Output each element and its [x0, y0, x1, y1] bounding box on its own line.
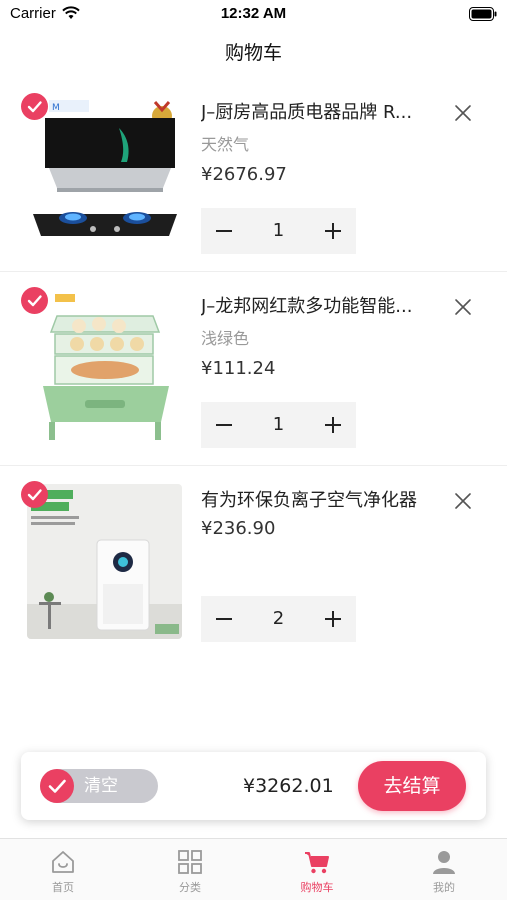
plus-icon	[325, 417, 341, 433]
tab-home[interactable]: 首页	[0, 839, 126, 900]
page-title: 购物车	[224, 42, 282, 64]
increase-quantity-button[interactable]	[310, 596, 356, 642]
item-price: ¥236.90	[201, 518, 276, 539]
clear-cart-toggle[interactable]: 清空	[40, 769, 158, 803]
check-icon	[48, 779, 66, 793]
item-title[interactable]: 有为环保负离子空气净化器	[201, 486, 441, 512]
quantity-stepper: 1	[201, 208, 356, 254]
minus-icon	[216, 618, 232, 620]
cart-item: 有为环保负离子空气净化器 ¥236.90 2	[0, 466, 507, 660]
tab-label: 购物车	[300, 881, 334, 894]
tab-bar: 首页 分类 购物车 我的	[0, 838, 507, 900]
quantity-stepper: 2	[201, 596, 356, 642]
plus-icon	[325, 611, 341, 627]
item-price: ¥111.24	[201, 358, 276, 379]
cart-item: J–龙邦网红款多功能智能... 浅绿色 ¥111.24 1	[0, 272, 507, 466]
product-image-range-hood[interactable]: M	[27, 96, 182, 251]
decrease-quantity-button[interactable]	[201, 208, 247, 254]
product-image-air-purifier[interactable]	[27, 484, 182, 639]
user-icon	[433, 851, 455, 874]
tab-profile[interactable]: 我的	[381, 839, 507, 900]
cart-icon	[305, 852, 329, 874]
checkout-button[interactable]: 去结算	[358, 761, 466, 811]
item-spec: 浅绿色	[201, 329, 250, 348]
item-price: ¥2676.97	[201, 164, 287, 185]
total-price: ¥3262.01	[243, 775, 334, 797]
minus-icon	[216, 230, 232, 232]
item-spec: 天然气	[201, 135, 250, 154]
minus-icon	[216, 424, 232, 426]
category-grid-icon	[178, 850, 202, 874]
plus-icon	[325, 223, 341, 239]
quantity-stepper: 1	[201, 402, 356, 448]
air-purifier-image	[27, 484, 182, 639]
item-select-checkbox[interactable]	[21, 481, 48, 508]
decrease-quantity-button[interactable]	[201, 402, 247, 448]
cart-item: M J–厨房高品质电器品牌 R... 天然气 ¥2676.97 1	[0, 78, 507, 272]
battery-icon	[469, 7, 497, 21]
check-icon	[27, 101, 42, 113]
select-all-checkbox[interactable]	[40, 769, 74, 803]
close-icon[interactable]	[452, 296, 474, 318]
tab-category[interactable]: 分类	[127, 839, 253, 900]
item-title[interactable]: J–厨房高品质电器品牌 R...	[201, 98, 441, 124]
quantity-value[interactable]: 1	[247, 208, 310, 254]
status-bar: Carrier 12:32 AM	[0, 0, 507, 28]
tab-label: 分类	[179, 881, 201, 894]
home-icon	[52, 851, 74, 873]
check-icon	[27, 295, 42, 307]
tab-label: 我的	[433, 881, 455, 894]
status-time: 12:32 AM	[220, 5, 287, 22]
decrease-quantity-button[interactable]	[201, 596, 247, 642]
item-title[interactable]: J–龙邦网红款多功能智能...	[201, 292, 441, 318]
range-hood-image: M	[27, 96, 182, 251]
steamer-image	[27, 290, 182, 445]
quantity-value[interactable]: 2	[247, 596, 310, 642]
close-icon[interactable]	[452, 490, 474, 512]
increase-quantity-button[interactable]	[310, 208, 356, 254]
checkout-bar: 清空 ¥3262.01 去结算	[21, 752, 486, 820]
tab-label: 首页	[52, 881, 74, 894]
item-select-checkbox[interactable]	[21, 93, 48, 120]
quantity-value[interactable]: 1	[247, 402, 310, 448]
increase-quantity-button[interactable]	[310, 402, 356, 448]
clear-label: 清空	[84, 776, 118, 796]
close-icon[interactable]	[452, 102, 474, 124]
svg-text:M: M	[52, 103, 60, 113]
item-select-checkbox[interactable]	[21, 287, 48, 314]
tab-cart[interactable]: 购物车	[254, 839, 380, 900]
check-icon	[27, 489, 42, 501]
product-image-steamer[interactable]	[27, 290, 182, 445]
